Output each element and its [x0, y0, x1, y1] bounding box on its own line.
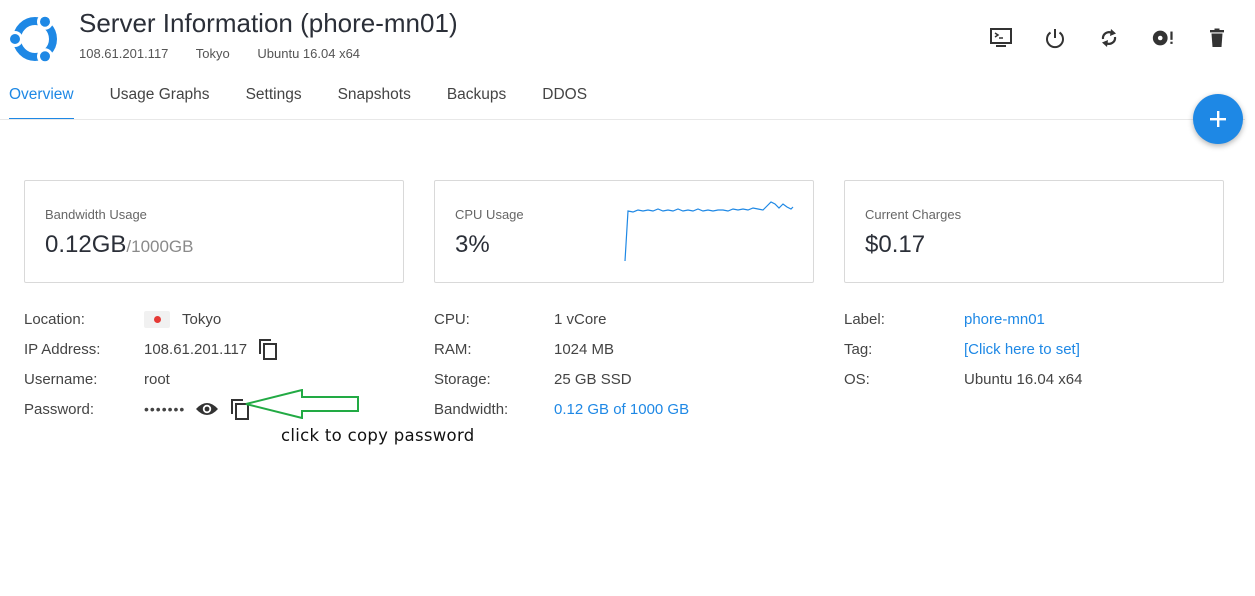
- bandwidth-row: Bandwidth: 0.12 GB of 1000 GB: [434, 394, 689, 424]
- page-title: Server Information (phore-mn01): [79, 8, 458, 38]
- server-specs-info: CPU: 1 vCore RAM: 1024 MB Storage: 25 GB…: [434, 304, 689, 424]
- bandwidth-used: 0.12GB: [45, 231, 127, 258]
- os-label: OS:: [844, 370, 870, 388]
- power-icon: [1046, 29, 1064, 49]
- tab-bar: Overview Usage Graphs Settings Snapshots…: [9, 80, 587, 120]
- copy-ip-button[interactable]: [257, 337, 279, 361]
- annotation-arrow-icon: [245, 389, 359, 419]
- bandwidth-limit: /1000GB: [126, 237, 194, 256]
- bandwidth-label: Bandwidth:: [434, 400, 509, 418]
- tab-usage-graphs[interactable]: Usage Graphs: [110, 80, 210, 120]
- bandwidth-usage-value: 0.12GB/1000GB: [45, 231, 194, 259]
- server-meta-info: Label: phore-mn01 Tag: [Click here to se…: [844, 304, 1082, 394]
- ip-address-row: IP Address: 108.61.201.117: [24, 334, 279, 364]
- tab-settings[interactable]: Settings: [246, 80, 302, 120]
- os-value: Ubuntu 16.04 x64: [964, 370, 1083, 388]
- tab-overview[interactable]: Overview: [9, 80, 74, 120]
- ip-address-value: 108.61.201.117: [144, 340, 248, 358]
- username-value: root: [144, 370, 170, 388]
- console-button[interactable]: [989, 24, 1013, 52]
- storage-value: 25 GB SSD: [554, 370, 632, 388]
- current-charges-label: Current Charges: [865, 207, 962, 222]
- tag-row: Tag: [Click here to set]: [844, 334, 1082, 364]
- password-row: Password: •••••••: [24, 394, 279, 424]
- cpu-sparkline: [624, 201, 794, 262]
- server-label-link[interactable]: phore-mn01: [964, 311, 1045, 328]
- cpu-usage-label: CPU Usage: [455, 207, 524, 222]
- server-access-info: Location: Tokyo IP Address: 108.61.201.1…: [24, 304, 279, 424]
- console-icon: [990, 28, 1012, 47]
- current-charges-card: Current Charges $0.17: [844, 180, 1224, 283]
- header-os: Ubuntu 16.04 x64: [257, 46, 361, 61]
- location-label: Location:: [24, 310, 85, 328]
- server-summary: 108.61.201.117 Tokyo Ubuntu 16.04 x64: [79, 46, 384, 61]
- cpu-row: CPU: 1 vCore: [434, 304, 689, 334]
- password-label: Password:: [24, 400, 95, 418]
- ubuntu-logo-icon: [8, 13, 57, 65]
- os-row: OS: Ubuntu 16.04 x64: [844, 364, 1082, 394]
- restart-button[interactable]: [1097, 24, 1121, 52]
- copy-icon: [259, 339, 278, 360]
- username-row: Username: root: [24, 364, 279, 394]
- bandwidth-usage-label: Bandwidth Usage: [45, 207, 147, 222]
- annotation-text: click to copy password: [281, 426, 475, 445]
- show-password-button[interactable]: [195, 400, 219, 418]
- tag-label: Tag:: [844, 340, 873, 358]
- tab-backups[interactable]: Backups: [447, 80, 506, 120]
- location-row: Location: Tokyo: [24, 304, 279, 334]
- current-charges-value: $0.17: [865, 231, 926, 258]
- server-toolbar: [989, 24, 1229, 52]
- power-button[interactable]: [1043, 24, 1067, 52]
- bandwidth-usage-card: Bandwidth Usage 0.12GB/1000GB: [24, 180, 404, 283]
- cpu-usage-value: 3%: [455, 231, 490, 258]
- ram-label: RAM:: [434, 340, 472, 358]
- restart-icon: [1101, 29, 1117, 47]
- header-ip: 108.61.201.117: [79, 46, 169, 61]
- reinstall-button[interactable]: [1151, 24, 1175, 52]
- location-value: Tokyo: [182, 310, 222, 328]
- cpu-usage-card: CPU Usage 3%: [434, 180, 814, 283]
- plus-icon: [1210, 111, 1226, 127]
- header-location: Tokyo: [195, 46, 230, 61]
- set-tag-link[interactable]: [Click here to set]: [964, 341, 1080, 358]
- ip-address-label: IP Address:: [24, 340, 101, 358]
- reinstall-icon: [1152, 30, 1173, 46]
- label-label: Label:: [844, 310, 885, 328]
- ram-value: 1024 MB: [554, 340, 615, 358]
- tab-ddos[interactable]: DDOS: [542, 80, 587, 120]
- storage-row: Storage: 25 GB SSD: [434, 364, 689, 394]
- bandwidth-link[interactable]: 0.12 GB of 1000 GB: [554, 401, 689, 418]
- trash-icon: [1210, 28, 1224, 47]
- japan-flag-icon: [144, 310, 170, 328]
- label-row: Label: phore-mn01: [844, 304, 1082, 334]
- eye-icon: [196, 403, 219, 415]
- ram-row: RAM: 1024 MB: [434, 334, 689, 364]
- delete-button[interactable]: [1205, 24, 1229, 52]
- username-label: Username:: [24, 370, 98, 388]
- cpu-label: CPU:: [434, 310, 470, 328]
- password-value: •••••••: [144, 401, 186, 417]
- tab-divider: [0, 119, 1245, 120]
- cpu-value: 1 vCore: [554, 310, 607, 328]
- add-button[interactable]: [1193, 94, 1243, 144]
- tab-snapshots[interactable]: Snapshots: [338, 80, 411, 120]
- storage-label: Storage:: [434, 370, 491, 388]
